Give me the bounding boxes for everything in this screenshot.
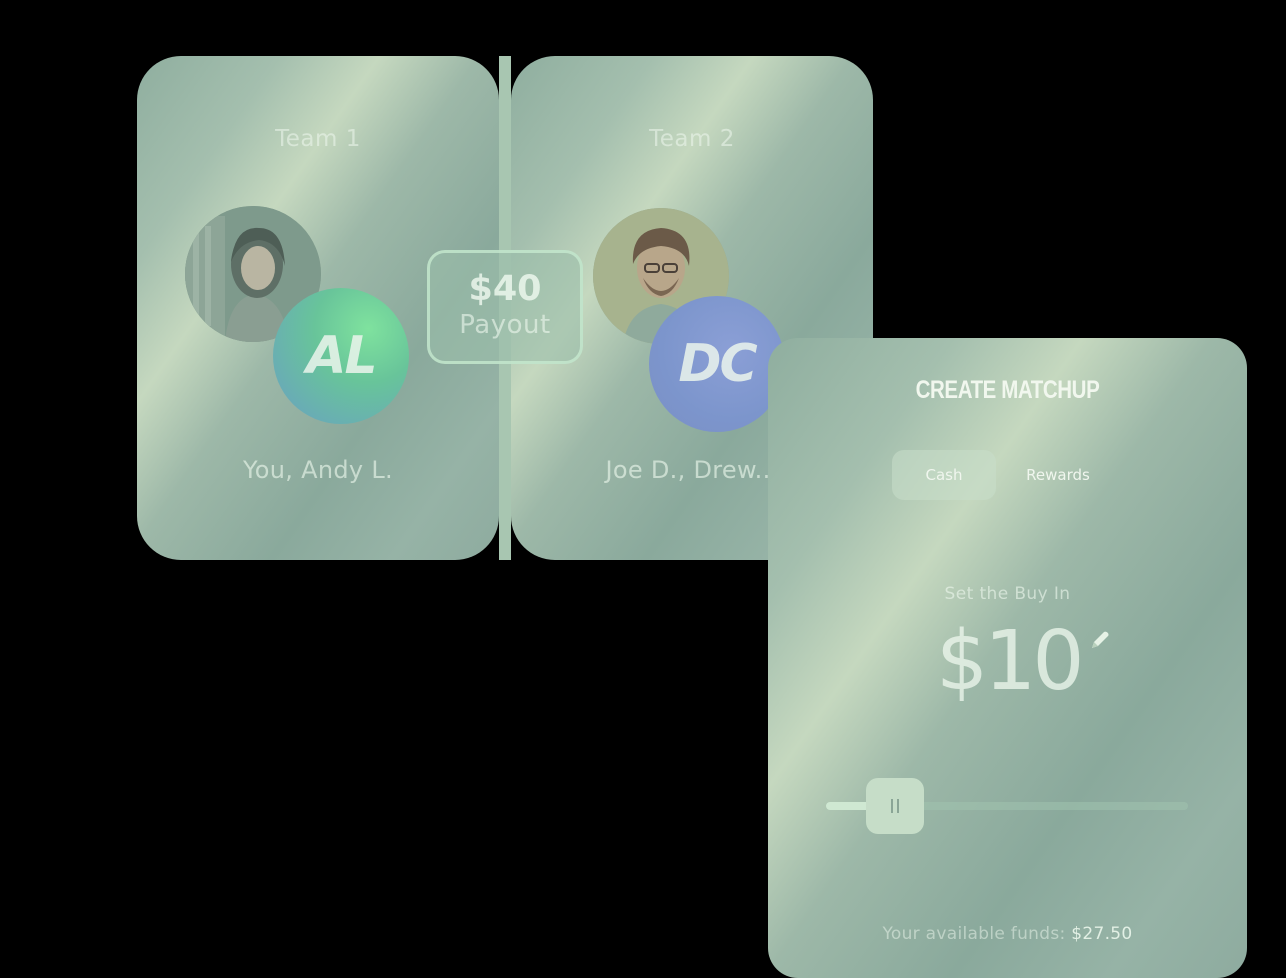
available-funds: Your available funds: $27.50 <box>768 924 1247 944</box>
pencil-icon[interactable] <box>1088 628 1112 652</box>
available-funds-amount: $27.50 <box>1071 924 1133 944</box>
create-matchup-title: CREATE MATCHUP <box>915 376 1100 404</box>
team1-members: You, Andy L. <box>243 456 393 484</box>
team2-initials-avatar: DC <box>649 296 785 432</box>
tab-rewards[interactable]: Rewards <box>1008 450 1108 500</box>
grip-icon <box>890 799 899 813</box>
buy-in-value[interactable]: $10 <box>936 614 1085 709</box>
payout-amount: $40 <box>468 269 542 309</box>
payout-badge: $40 Payout <box>427 250 583 364</box>
buy-in-slider-handle[interactable] <box>865 778 924 834</box>
buy-in-label: Set the Buy In <box>944 584 1071 604</box>
payout-label: Payout <box>459 310 551 340</box>
team1-title: Team 1 <box>275 126 361 152</box>
team1-initials-avatar: AL <box>273 288 409 424</box>
create-matchup-card: CREATE MATCHUP Cash Rewards Set the Buy … <box>768 338 1247 978</box>
tab-cash[interactable]: Cash <box>892 450 996 500</box>
team2-title: Team 2 <box>649 126 735 152</box>
matchup-card: Team 1 AL You, Andy L. Team 2 DC Joe D.,… <box>137 56 873 560</box>
available-funds-label: Your available funds: <box>882 924 1066 944</box>
